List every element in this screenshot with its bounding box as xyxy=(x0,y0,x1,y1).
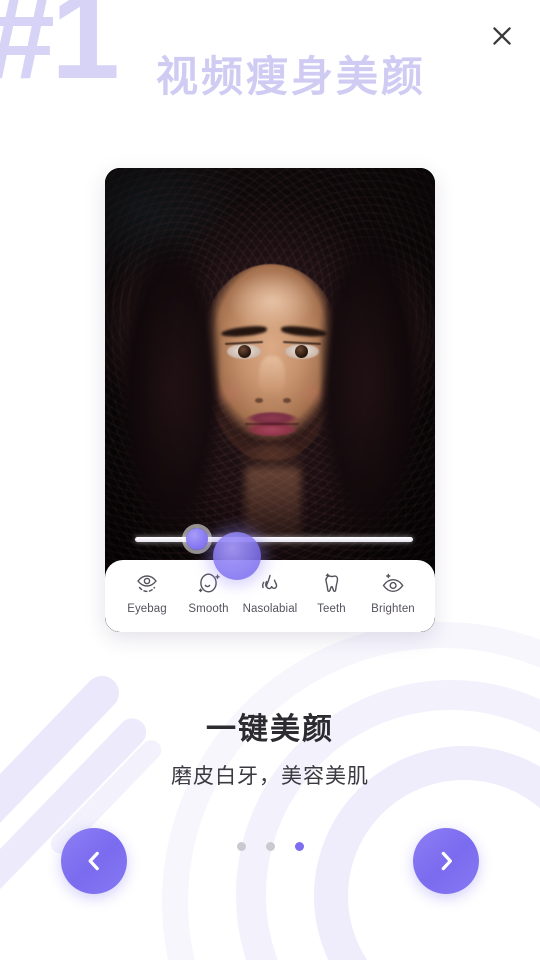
concentric-ring xyxy=(162,622,540,960)
caption-group: 一键美颜 磨皮白牙，美容美肌 xyxy=(0,712,540,789)
page-title: 视频瘦身美颜 xyxy=(156,53,427,100)
pagination-dot-active[interactable] xyxy=(294,842,304,851)
prev-slide-button[interactable] xyxy=(61,828,127,894)
slider-thumb[interactable] xyxy=(186,528,209,550)
eyebag-icon xyxy=(132,569,162,599)
close-icon xyxy=(489,23,515,49)
slider-track[interactable] xyxy=(135,537,413,542)
pagination-dot[interactable] xyxy=(236,842,246,851)
pagination-dot[interactable] xyxy=(265,842,275,851)
close-button[interactable] xyxy=(480,14,524,58)
tool-eyebag[interactable]: Eyebag xyxy=(117,569,177,616)
tool-label: Smooth xyxy=(188,603,229,615)
nose-icon xyxy=(255,569,285,599)
tool-nasolabial[interactable]: Nasolabial xyxy=(240,569,300,616)
feature-subtitle: 磨皮白牙，美容美肌 xyxy=(171,765,369,788)
promo-carousel-slide: #1 视频瘦身美颜 xyxy=(0,0,540,960)
tool-label: Brighten xyxy=(371,603,415,615)
next-slide-button[interactable] xyxy=(413,828,479,894)
video-preview-card[interactable]: Eyebag Smooth Nasolabial Teeth Brighten xyxy=(105,168,435,632)
beauty-toolbar: Eyebag Smooth Nasolabial Teeth Brighten xyxy=(105,560,435,632)
headline-group: #1 视频瘦身美颜 xyxy=(0,0,540,130)
tool-label: Nasolabial xyxy=(242,603,298,615)
smooth-face-icon xyxy=(194,569,224,599)
rank-badge: #1 xyxy=(0,0,120,105)
chevron-left-icon xyxy=(81,848,107,874)
tooth-icon xyxy=(317,569,347,599)
intensity-slider[interactable] xyxy=(125,528,415,550)
tool-teeth[interactable]: Teeth xyxy=(302,569,362,616)
tool-label: Eyebag xyxy=(127,603,167,615)
bright-eye-icon xyxy=(378,569,408,599)
tool-label: Teeth xyxy=(317,603,346,615)
tool-brighten[interactable]: Brighten xyxy=(363,569,423,616)
tool-smooth[interactable]: Smooth xyxy=(179,569,239,616)
feature-title: 一键美颜 xyxy=(206,713,334,746)
chevron-right-icon xyxy=(433,848,459,874)
